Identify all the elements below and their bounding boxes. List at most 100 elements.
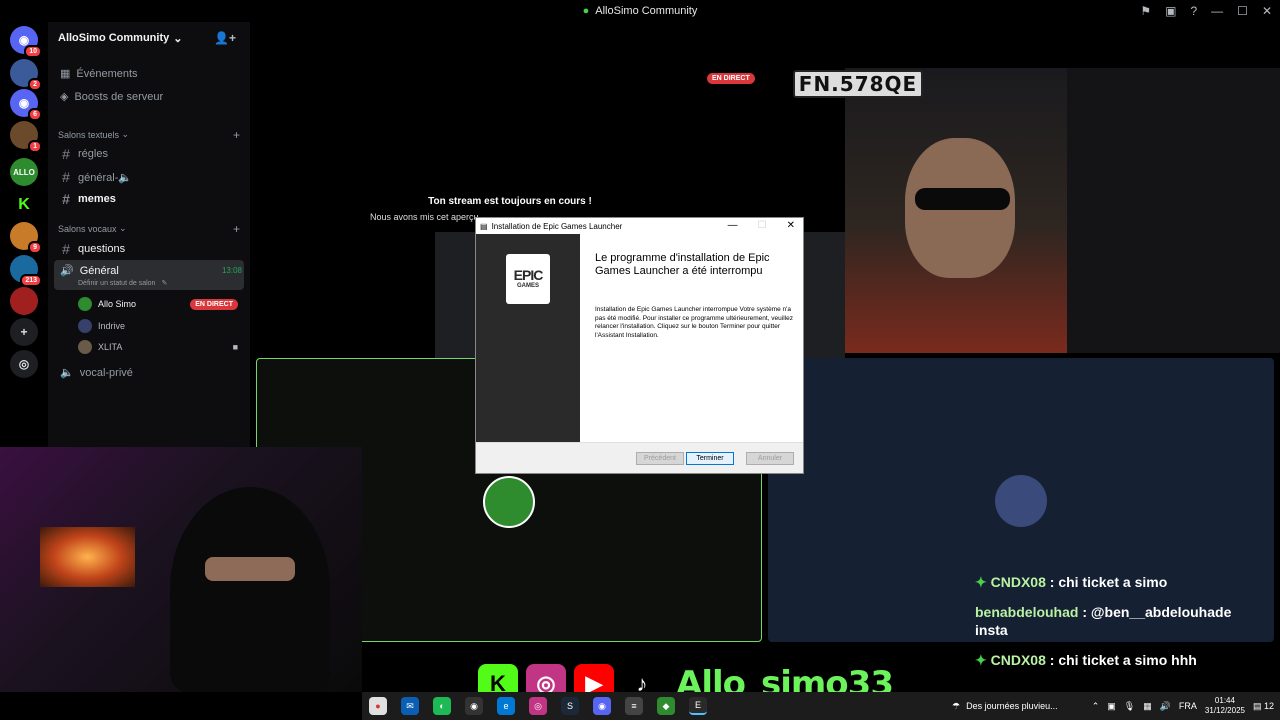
avatar (483, 476, 535, 528)
voice-user[interactable]: Allo Simo EN DIRECT (78, 297, 238, 311)
status-label: Définir un statut de salon (78, 279, 156, 287)
speaker-icon: 🔈 (60, 367, 74, 379)
explore-icon[interactable]: ◎ (10, 350, 38, 378)
text-category[interactable]: Salons textuels ⌄ + (58, 128, 240, 142)
channel-general[interactable]: # général-🔈 (60, 169, 132, 185)
minimize-button[interactable]: — (728, 220, 738, 231)
finish-button[interactable]: Terminer (686, 452, 734, 465)
guild-name: AlloSimo Community (58, 32, 170, 44)
badge: 213 (20, 274, 42, 287)
close-button[interactable]: ✕ (1262, 4, 1272, 18)
window-title: AlloSimo Community (595, 5, 698, 17)
discord-icon[interactable]: ◉ (593, 697, 611, 715)
hash-icon: # (62, 146, 70, 162)
weather-widget[interactable]: ☂ Des journées pluvieu... (952, 692, 1058, 720)
webcam-extension (1067, 68, 1280, 353)
hash-icon: # (62, 191, 70, 207)
channel-label: questions (78, 243, 126, 255)
chat-message: ✦ CNDX08 : chi ticket a simo hhh (975, 651, 1265, 669)
fireplace (40, 527, 135, 587)
dialog-banner: EPIC GAMES (476, 234, 580, 442)
network-icon[interactable]: ▦ (1143, 701, 1152, 712)
voice-channel-general[interactable]: 🔊 Général 13:08 (60, 264, 242, 278)
stream-message-title: Ton stream est toujours en cours ! (428, 196, 592, 207)
edit-icon: ✎ (161, 280, 168, 287)
logo-text: EPIC (513, 267, 544, 283)
sunglasses (915, 188, 1010, 210)
add-channel-icon[interactable]: + (233, 128, 240, 142)
voice-channel-prive[interactable]: 🔈 vocal-privé (60, 366, 133, 380)
language-indicator[interactable]: FRA (1179, 701, 1197, 711)
guild-header[interactable]: AlloSimo Community ⌄ 👤+ (48, 22, 250, 54)
badge: 10 (24, 45, 42, 58)
allo-server-icon[interactable]: ALLO (10, 158, 38, 186)
chevron-down-icon: ⌄ (116, 223, 127, 233)
maximize-button[interactable]: ☐ (1237, 4, 1248, 18)
chat-user: CNDX08 (990, 652, 1046, 668)
webcam-feed (845, 68, 1067, 353)
events-label: Événements (76, 67, 138, 80)
channel-list: AlloSimo Community ⌄ 👤+ ▦ Événements ◈ Boo… (48, 22, 250, 447)
previous-button: Précédent (636, 452, 684, 465)
category-label: Salons textuels (58, 129, 120, 140)
voice-category[interactable]: Salons vocaux ⌄ + (58, 222, 240, 236)
close-button[interactable]: ✕ (787, 220, 795, 231)
screen-share-icon[interactable]: ▣ (1165, 4, 1176, 18)
mic-icon[interactable]: 🎙 (1124, 701, 1135, 712)
server-icon[interactable]: 2 (10, 59, 42, 91)
app-icon[interactable]: ◆ (657, 697, 675, 715)
server-icon[interactable]: 1 (10, 121, 42, 153)
inbox-icon[interactable]: ⚑ (1140, 4, 1151, 18)
badge: 6 (28, 108, 42, 121)
badge: 1 (28, 140, 42, 153)
notepad-icon[interactable]: ≡ (625, 697, 643, 715)
hash-icon: # (62, 169, 70, 185)
help-icon[interactable]: ? (1190, 4, 1197, 18)
logo-text: GAMES (516, 283, 539, 289)
obs-icon[interactable]: ◉ (465, 697, 483, 715)
category-label: Salons vocaux (58, 223, 117, 234)
discord-server-icon[interactable]: ◉ 6 (10, 89, 42, 121)
chevron-up-icon[interactable]: ⌃ (1092, 701, 1100, 712)
invite-icon[interactable]: 👤+ (214, 31, 236, 45)
badge: 2 (28, 78, 42, 91)
mail-icon[interactable]: ✉ (401, 697, 419, 715)
channel-regles[interactable]: # régles (60, 146, 108, 162)
events-link[interactable]: ▦ Événements (60, 67, 138, 81)
server-icon[interactable]: 213 (10, 255, 42, 287)
steam-icon[interactable]: S (561, 697, 579, 715)
server-icon[interactable]: 9 (10, 222, 42, 254)
user-name: Allo Simo (98, 299, 137, 309)
server-list: ◉ 10 2 ◉ 6 1 ALLO K 9 213 + ◎ (0, 22, 48, 447)
dialog-title: Installation de Epic Games Launcher (491, 221, 623, 231)
channel-memes[interactable]: # memes (60, 191, 116, 207)
instagram-icon[interactable]: ◎ (529, 697, 547, 715)
server-icon[interactable] (10, 287, 38, 315)
notification-count: 12 (1263, 700, 1274, 711)
voice-user[interactable]: Indrive (78, 319, 238, 333)
epic-games-logo: EPIC GAMES (506, 254, 550, 304)
chrome-icon[interactable]: ● (369, 697, 387, 715)
window-titlebar: ● AlloSimo Community ⚑ ▣ ? — ☐ ✕ (0, 0, 1280, 22)
channel-questions[interactable]: # questions (60, 241, 125, 257)
app-tray-icon[interactable]: ▣ (1107, 701, 1116, 712)
channel-status[interactable]: Définir un statut de salon ✎ (78, 279, 168, 288)
edge-icon[interactable]: e (497, 697, 515, 715)
chevron-down-icon: ⌄ (119, 129, 130, 139)
discord-home-icon[interactable]: ◉ 10 (10, 26, 42, 58)
person-eyes (205, 557, 295, 581)
clock[interactable]: 01:44 31/12/2025 (1205, 696, 1245, 716)
epic-games-icon[interactable]: E (689, 697, 707, 715)
license-plate: FN.578QE (793, 70, 923, 98)
volume-icon[interactable]: 🔊 (1160, 701, 1171, 712)
boosts-link[interactable]: ◈ Boosts de serveur (60, 90, 163, 104)
add-channel-icon[interactable]: + (233, 222, 240, 236)
minimize-button[interactable]: — (1211, 4, 1223, 18)
dialog-titlebar: ▤ Installation de Epic Games Launcher — … (476, 218, 803, 234)
hash-icon: # (62, 241, 70, 257)
app-icon[interactable]: ◐ (433, 697, 451, 715)
add-server-icon[interactable]: + (10, 318, 38, 346)
voice-user[interactable]: XLITA ■ (78, 340, 238, 354)
kick-server-icon[interactable]: K (10, 191, 38, 219)
notification-icon[interactable]: ▤ 12 (1253, 701, 1274, 712)
